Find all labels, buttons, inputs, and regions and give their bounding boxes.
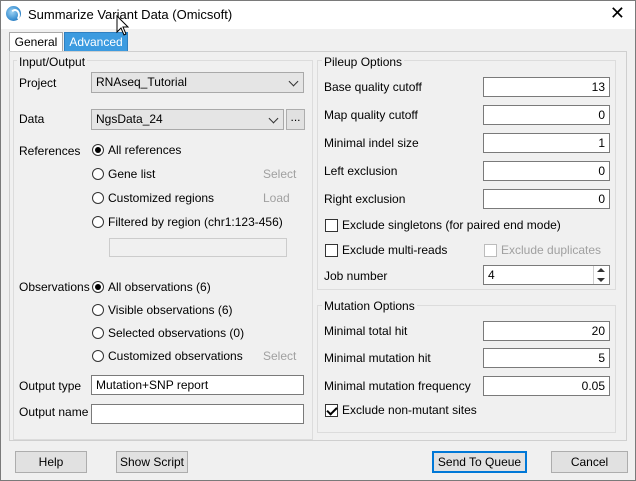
show-script-button[interactable]: Show Script [116, 451, 188, 473]
mouse-cursor-icon [116, 15, 130, 36]
project-select[interactable]: RNAseq_Tutorial [91, 72, 304, 93]
exclude-nonmutant-checkbox[interactable] [325, 404, 338, 417]
project-label: Project [19, 76, 57, 90]
radio-customized-regions-label[interactable]: Customized regions [108, 191, 214, 205]
app-icon [6, 6, 21, 21]
send-to-queue-button[interactable]: Send To Queue [432, 451, 527, 473]
job-number-label: Job number [324, 269, 388, 283]
output-type-label: Output type [19, 379, 82, 393]
exclude-multireads-checkbox[interactable] [325, 244, 338, 257]
job-number-value: 4 [488, 268, 495, 282]
radio-all-references-label[interactable]: All references [108, 143, 181, 157]
right-exclusion-field[interactable]: 0 [483, 189, 610, 209]
mutation-options-title: Mutation Options [322, 299, 417, 313]
radio-filtered-by-region[interactable] [92, 216, 104, 228]
radio-all-observations-label[interactable]: All observations (6) [108, 280, 211, 294]
cancel-button[interactable]: Cancel [551, 451, 628, 473]
exclude-singletons-checkbox[interactable] [325, 219, 338, 232]
data-label: Data [19, 112, 45, 126]
dialog-window: Summarize Variant Data (Omicsoft) ✕ Gene… [0, 0, 636, 481]
map-quality-label: Map quality cutoff [324, 108, 418, 122]
customized-regions-load-link[interactable]: Load [263, 191, 290, 205]
radio-customized-regions[interactable] [92, 192, 104, 204]
left-exclusion-field[interactable]: 0 [483, 161, 610, 181]
output-name-field[interactable] [91, 404, 304, 424]
tab-panel-general: Input/Output Project RNAseq_Tutorial Dat… [9, 51, 627, 441]
tab-general[interactable]: General [9, 32, 63, 52]
radio-visible-observations-label[interactable]: Visible observations (6) [108, 303, 233, 317]
help-button[interactable]: Help [15, 451, 87, 473]
exclude-multireads-label[interactable]: Exclude multi-reads [342, 243, 447, 257]
minimal-total-hit-label: Minimal total hit [324, 324, 408, 338]
minimal-mutation-hit-field[interactable]: 5 [483, 348, 610, 368]
minimal-mutation-frequency-field[interactable]: 0.05 [483, 376, 610, 396]
data-select[interactable]: NgsData_24 [91, 109, 284, 130]
radio-customized-observations-label[interactable]: Customized observations [108, 349, 243, 363]
chevron-down-icon [288, 76, 299, 87]
close-icon[interactable]: ✕ [610, 4, 625, 22]
map-quality-field[interactable]: 0 [483, 105, 610, 125]
left-exclusion-label: Left exclusion [324, 164, 398, 178]
radio-customized-observations[interactable] [92, 350, 104, 362]
exclude-singletons-label[interactable]: Exclude singletons (for paired end mode) [342, 218, 561, 232]
radio-filtered-by-region-label[interactable]: Filtered by region (chr1:123-456) [108, 215, 283, 229]
base-quality-field[interactable]: 13 [483, 77, 610, 97]
chevron-down-icon [268, 113, 279, 124]
right-exclusion-label: Right exclusion [324, 192, 406, 206]
customized-observations-select-link[interactable]: Select [263, 349, 296, 363]
radio-selected-observations[interactable] [92, 327, 104, 339]
base-quality-label: Base quality cutoff [324, 80, 422, 94]
minimal-mutation-frequency-label: Minimal mutation frequency [324, 379, 471, 393]
observations-label: Observations [19, 280, 90, 294]
project-value: RNAseq_Tutorial [96, 75, 187, 89]
radio-all-references[interactable] [92, 144, 104, 156]
input-output-title: Input/Output [17, 55, 88, 69]
browse-data-button[interactable]: ... [286, 109, 305, 130]
pileup-options-title: Pileup Options [322, 55, 405, 69]
radio-selected-observations-label[interactable]: Selected observations (0) [108, 326, 244, 340]
output-type-field[interactable]: Mutation+SNP report [91, 375, 304, 395]
spinner-arrows-icon[interactable] [593, 266, 609, 284]
exclude-nonmutant-label[interactable]: Exclude non-mutant sites [342, 403, 477, 417]
radio-gene-list[interactable] [92, 168, 104, 180]
output-name-label: Output name [19, 405, 89, 419]
exclude-duplicates-checkbox[interactable] [484, 244, 497, 257]
references-label: References [19, 144, 81, 158]
job-number-stepper[interactable]: 4 [483, 265, 610, 285]
radio-gene-list-label[interactable]: Gene list [108, 167, 155, 181]
exclude-duplicates-label[interactable]: Exclude duplicates [501, 243, 601, 257]
minimal-indel-label: Minimal indel size [324, 136, 419, 150]
radio-all-observations[interactable] [92, 281, 104, 293]
data-value: NgsData_24 [96, 112, 163, 126]
minimal-total-hit-field[interactable]: 20 [483, 321, 610, 341]
radio-visible-observations[interactable] [92, 304, 104, 316]
region-input[interactable] [109, 238, 287, 257]
gene-list-select-link[interactable]: Select [263, 167, 296, 181]
minimal-mutation-hit-label: Minimal mutation hit [324, 351, 431, 365]
minimal-indel-field[interactable]: 1 [483, 133, 610, 153]
title-bar: Summarize Variant Data (Omicsoft) ✕ [1, 1, 635, 29]
